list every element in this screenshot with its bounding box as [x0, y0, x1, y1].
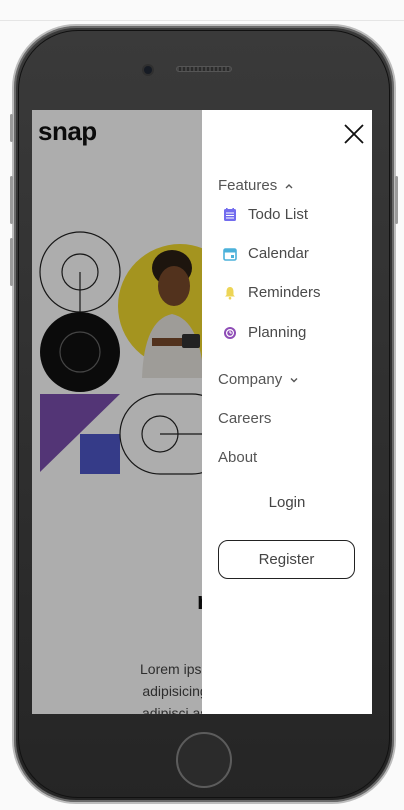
submenu-label-todo-list: Todo List [248, 206, 309, 223]
phone-side-button [10, 114, 13, 142]
earpiece-speaker [176, 66, 232, 72]
submenu-item-todo-list[interactable]: Todo List [222, 206, 308, 223]
register-button[interactable]: Register [218, 540, 355, 579]
nav-about-link[interactable]: About [218, 449, 257, 466]
nav-about-label: About [218, 449, 258, 466]
submenu-item-calendar[interactable]: Calendar [222, 245, 309, 262]
submenu-label-reminders: Reminders [248, 284, 321, 301]
login-link[interactable]: Login [202, 494, 372, 511]
mobile-nav-drawer: Features Todo List Calendar Reminders Pl… [202, 110, 372, 714]
calendar-icon [222, 246, 238, 262]
nav-careers-label: Careers [218, 410, 272, 427]
phone-volume-down-button [10, 238, 13, 286]
chevron-up-icon [285, 183, 293, 188]
phone-power-button [395, 176, 398, 224]
nav-features-toggle[interactable]: Features [218, 177, 294, 194]
phone-volume-up-button [10, 176, 13, 224]
phone-screen: snap Lorem adipisicing adipisci Features… [32, 110, 372, 714]
submenu-item-planning[interactable]: Planning [222, 324, 306, 341]
nav-company-label: Company [218, 371, 283, 388]
close-menu-button[interactable] [342, 122, 366, 146]
nav-company-toggle[interactable]: Company [218, 371, 299, 388]
planning-icon [222, 325, 238, 341]
submenu-label-planning: Planning [248, 324, 307, 341]
close-icon [344, 124, 364, 144]
home-button[interactable] [176, 732, 232, 788]
todo-list-icon [222, 207, 238, 223]
nav-careers-link[interactable]: Careers [218, 410, 271, 427]
page-top-divider [0, 20, 404, 21]
bell-icon [222, 285, 238, 301]
front-camera [144, 66, 152, 74]
chevron-down-icon [290, 377, 298, 382]
nav-features-label: Features [218, 177, 278, 194]
submenu-item-reminders[interactable]: Reminders [222, 284, 321, 301]
submenu-label-calendar: Calendar [248, 245, 309, 262]
